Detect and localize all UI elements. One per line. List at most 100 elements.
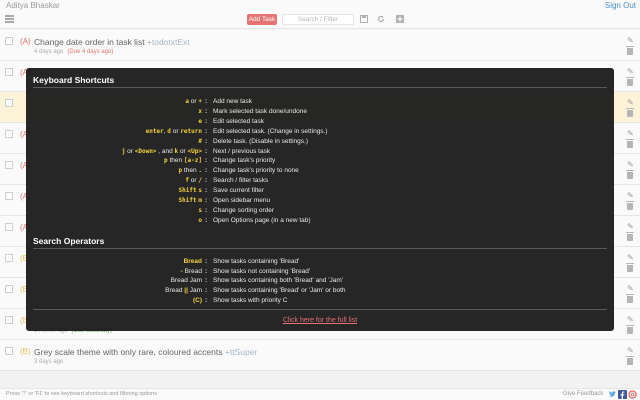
shortcut-row: e: Edit selected task <box>26 117 614 126</box>
shortcut-separator: : <box>205 167 208 175</box>
task-meta: 3 days ago <box>34 359 63 365</box>
task-checkbox[interactable] <box>5 316 13 324</box>
trash-icon[interactable] <box>626 263 634 272</box>
task-checkbox[interactable] <box>5 347 13 355</box>
operator-row: - Bread: Show tasks not containing 'Bread… <box>26 267 614 276</box>
divider <box>33 87 607 88</box>
task-text[interactable]: Change date order in task list +todotxtE… <box>34 37 190 47</box>
task-due: (Due 4 days ago) <box>67 49 114 55</box>
task-row[interactable]: (A) Change date order in task list +todo… <box>0 30 640 61</box>
footer: Press '?' or 'F1' to see keyboard shortc… <box>0 388 640 400</box>
shortcut-row: f or /: Search / filter tasks <box>26 176 614 185</box>
sign-out-link[interactable]: Sign Out <box>605 1 636 10</box>
task-checkbox[interactable] <box>5 37 13 45</box>
trash-icon[interactable] <box>626 356 634 365</box>
pencil-icon[interactable]: ✎ <box>627 36 634 45</box>
task-checkbox[interactable] <box>5 68 13 76</box>
operator-keys: Bread <box>183 258 202 265</box>
shortcut-description: Edit selected task <box>213 117 264 125</box>
task-project[interactable]: +todotxtExt <box>147 37 190 47</box>
pencil-icon[interactable]: ✎ <box>627 222 634 231</box>
trash-icon[interactable] <box>626 170 634 179</box>
add-task-button[interactable]: Add Task <box>247 14 277 25</box>
divider <box>33 248 607 249</box>
shortcut-keys: a or + <box>185 98 202 105</box>
shortcut-separator: : <box>205 107 208 115</box>
floppy-disk-icon[interactable] <box>360 15 368 23</box>
pencil-icon[interactable]: ✎ <box>627 284 634 293</box>
shortcut-description: Save current filter <box>213 187 264 195</box>
pencil-icon[interactable]: ✎ <box>627 67 634 76</box>
pencil-icon[interactable]: ✎ <box>627 160 634 169</box>
operator-row: Bread || Jam: Show tasks containing 'Brea… <box>26 286 614 295</box>
task-text-body: Change date order in task list <box>34 37 147 47</box>
pencil-icon[interactable]: ✎ <box>627 253 634 262</box>
pencil-icon[interactable]: ✎ <box>627 191 634 200</box>
shortcuts-title: Keyboard Shortcuts <box>33 75 115 85</box>
facebook-icon[interactable] <box>618 390 627 399</box>
shortcut-row: o: Open Options page (in a new tab) <box>26 216 614 225</box>
refresh-icon[interactable] <box>377 15 385 23</box>
task-text[interactable]: Grey scale theme with only rare, coloure… <box>34 347 257 357</box>
pencil-icon[interactable]: ✎ <box>627 346 634 355</box>
operator-keys: - Bread <box>180 267 202 275</box>
hamburger-menu-icon[interactable] <box>5 15 14 23</box>
shortcut-keys: p then [a-z] <box>164 157 202 165</box>
operator-row: Bread Jam: Show tasks containing both 'Br… <box>26 276 614 285</box>
trash-icon[interactable] <box>626 201 634 210</box>
trash-icon[interactable] <box>626 108 634 117</box>
shortcut-keys: Shift s <box>178 187 203 195</box>
pencil-icon[interactable]: ✎ <box>627 98 634 107</box>
task-checkbox[interactable] <box>5 130 13 138</box>
keyboard-shortcuts-overlay[interactable]: Keyboard Shortcuts a or +: Add new task x:… <box>26 68 614 331</box>
shortcut-separator: : <box>205 206 208 214</box>
operator-separator: : <box>205 296 208 304</box>
shortcut-row: enter, d or return: Edit selected task. (… <box>26 127 614 136</box>
twitter-icon[interactable] <box>608 390 617 399</box>
shortcut-separator: : <box>205 216 208 224</box>
user-name: Aditya Bhaskar <box>6 1 60 10</box>
trash-icon[interactable] <box>626 77 634 86</box>
operator-description: Show tasks not containing 'Bread' <box>213 267 311 275</box>
plus-square-icon[interactable] <box>396 15 404 23</box>
give-feedback-link[interactable]: Give Feedback <box>563 391 603 397</box>
shortcut-description: Change task's priority to none <box>213 167 299 175</box>
help-circle-icon[interactable] <box>628 390 637 399</box>
shortcut-keys: Shift m <box>178 197 203 204</box>
trash-icon[interactable] <box>626 325 634 334</box>
operator-keys: Bread || Jam <box>165 287 202 295</box>
pencil-icon[interactable]: ✎ <box>627 129 634 138</box>
shortcut-keys: j or <Down> , and k or <Up> <box>121 147 202 155</box>
full-list-link[interactable]: Click here for the full list <box>26 317 614 324</box>
shortcut-separator: : <box>205 157 208 165</box>
task-checkbox[interactable] <box>5 254 13 262</box>
task-row[interactable]: (B) Grey scale theme with only rare, col… <box>0 340 640 371</box>
task-priority: (A) <box>20 37 31 46</box>
pencil-icon[interactable]: ✎ <box>627 315 634 324</box>
trash-icon[interactable] <box>626 139 634 148</box>
task-checkbox[interactable] <box>5 161 13 169</box>
task-meta: 4 days ago (Due 4 days ago) <box>34 49 113 55</box>
shortcut-keys: x <box>198 107 202 115</box>
operator-keys: (C) <box>192 296 202 304</box>
shortcut-row: Shift s: Save current filter <box>26 186 614 195</box>
shortcut-description: Add new task <box>213 98 253 105</box>
operator-separator: : <box>205 277 208 285</box>
shortcut-description: Mark selected task done/undone <box>213 107 307 115</box>
task-checkbox[interactable] <box>5 223 13 231</box>
shortcut-description: Next / previous task <box>213 147 271 155</box>
trash-icon[interactable] <box>626 232 634 241</box>
task-checkbox[interactable] <box>5 192 13 200</box>
task-project[interactable]: +ttSuper <box>225 347 257 357</box>
top-bar: Aditya Bhaskar Sign Out <box>0 0 640 10</box>
task-checkbox[interactable] <box>5 285 13 293</box>
search-input[interactable]: Search / Filter <box>282 14 354 25</box>
operator-keys: Bread Jam <box>170 277 202 285</box>
shortcut-separator: : <box>205 127 208 135</box>
operator-row: (C): Show tasks with priority C <box>26 296 614 305</box>
operator-description: Show tasks containing 'Bread' or 'Jam' o… <box>213 287 346 295</box>
trash-icon[interactable] <box>626 46 634 55</box>
task-checkbox[interactable] <box>5 99 13 107</box>
trash-icon[interactable] <box>626 294 634 303</box>
shortcut-keys: p then . <box>178 167 202 175</box>
